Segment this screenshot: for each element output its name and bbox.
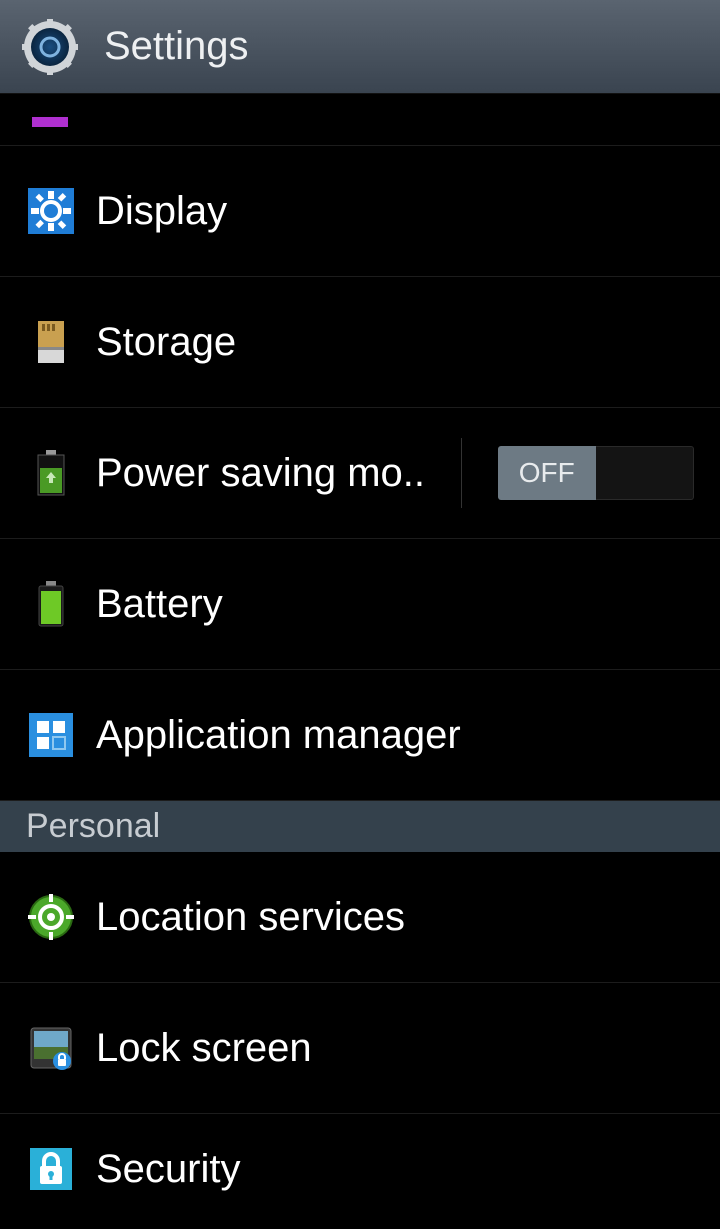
list-item-battery[interactable]: Battery [0,539,720,670]
list-item-security[interactable]: Security [0,1114,720,1224]
list-item-storage[interactable]: Storage [0,277,720,408]
list-item-app-manager[interactable]: Application manager [0,670,720,801]
page-title: Settings [104,24,249,69]
list-item-lock-screen[interactable]: Lock screen [0,983,720,1114]
toggle-track [596,446,695,500]
list-item-power-saving[interactable]: Power saving mo.. OFF [0,408,720,539]
toggle-divider [461,438,462,508]
section-header-personal: Personal [0,801,720,852]
gear-icon [22,19,78,75]
item-label: Battery [96,582,694,627]
item-label: Power saving mo.. [96,451,425,496]
item-label: Security [96,1147,694,1192]
power-saving-toggle[interactable]: OFF [498,446,694,500]
lock-screen-icon [26,1023,76,1073]
list-item-display[interactable]: Display [0,146,720,277]
toggle-off-label: OFF [498,446,596,500]
display-cog-icon [26,186,76,236]
partial-icon [32,117,68,127]
location-target-icon [26,892,76,942]
item-label: Location services [96,895,694,940]
battery-icon [26,579,76,629]
item-label: Lock screen [96,1026,694,1071]
list-item-partial-top[interactable] [0,94,720,146]
apps-grid-icon [26,710,76,760]
battery-recycle-icon [26,448,76,498]
item-label: Application manager [96,713,694,758]
item-label: Storage [96,320,694,365]
item-label: Display [96,189,694,234]
app-header: Settings [0,0,720,94]
lock-icon [26,1144,76,1194]
list-item-location[interactable]: Location services [0,852,720,983]
sd-card-icon [26,317,76,367]
settings-list: Display Storage [0,94,720,1224]
